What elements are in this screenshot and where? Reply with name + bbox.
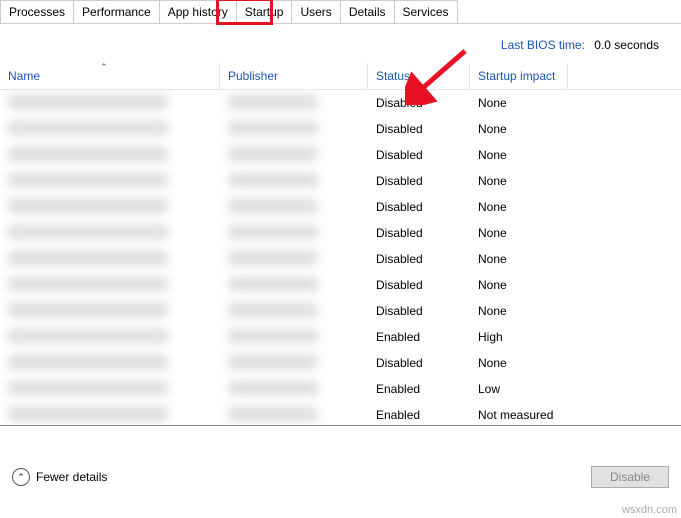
cell-publisher bbox=[220, 147, 368, 164]
cell-impact: High bbox=[470, 330, 568, 344]
cell-impact: None bbox=[470, 226, 568, 240]
table-row[interactable]: DisabledNone bbox=[0, 194, 681, 220]
disable-button[interactable]: Disable bbox=[591, 466, 669, 488]
cell-publisher bbox=[220, 121, 368, 138]
cell-impact: Low bbox=[470, 382, 568, 396]
cell-publisher bbox=[220, 303, 368, 320]
cell-impact: None bbox=[470, 122, 568, 136]
table-row[interactable]: DisabledNone bbox=[0, 116, 681, 142]
cell-impact: None bbox=[470, 200, 568, 214]
cell-publisher bbox=[220, 225, 368, 242]
tab-bar: ProcessesPerformanceApp historyStartupUs… bbox=[0, 0, 681, 24]
column-header-status[interactable]: Status bbox=[368, 63, 470, 89]
chevron-up-icon: ⌃ bbox=[12, 468, 30, 486]
footer-bar: ⌃ Fewer details Disable bbox=[0, 458, 681, 496]
cell-status: Disabled bbox=[368, 252, 470, 266]
tab-details[interactable]: Details bbox=[340, 0, 395, 23]
cell-status: Disabled bbox=[368, 226, 470, 240]
tab-performance[interactable]: Performance bbox=[73, 0, 160, 23]
bios-time-value: 0.0 seconds bbox=[594, 38, 659, 52]
table-row[interactable]: DisabledNone bbox=[0, 272, 681, 298]
table-row[interactable]: DisabledNone bbox=[0, 220, 681, 246]
cell-name bbox=[0, 303, 220, 320]
cell-name bbox=[0, 95, 220, 112]
cell-impact: None bbox=[470, 148, 568, 162]
cell-publisher bbox=[220, 199, 368, 216]
cell-status: Disabled bbox=[368, 356, 470, 370]
bios-time-label: Last BIOS time: bbox=[501, 38, 585, 52]
cell-name bbox=[0, 121, 220, 138]
cell-publisher bbox=[220, 355, 368, 372]
tab-processes[interactable]: Processes bbox=[0, 0, 74, 23]
table-row[interactable]: DisabledNone bbox=[0, 350, 681, 376]
watermark: wsxdn.com bbox=[622, 504, 677, 516]
cell-status: Disabled bbox=[368, 148, 470, 162]
cell-impact: None bbox=[470, 174, 568, 188]
table-row[interactable]: DisabledNone bbox=[0, 246, 681, 272]
cell-publisher bbox=[220, 407, 368, 424]
cell-name bbox=[0, 407, 220, 424]
table-row[interactable]: DisabledNone bbox=[0, 90, 681, 116]
column-header-impact[interactable]: Startup impact bbox=[470, 63, 568, 89]
cell-status: Enabled bbox=[368, 382, 470, 396]
cell-publisher bbox=[220, 329, 368, 346]
cell-publisher bbox=[220, 95, 368, 112]
cell-name bbox=[0, 329, 220, 346]
cell-impact: None bbox=[470, 278, 568, 292]
cell-publisher bbox=[220, 277, 368, 294]
cell-name bbox=[0, 381, 220, 398]
cell-name bbox=[0, 355, 220, 372]
column-header-publisher[interactable]: Publisher bbox=[220, 63, 368, 89]
cell-status: Enabled bbox=[368, 330, 470, 344]
cell-publisher bbox=[220, 173, 368, 190]
sort-indicator-icon: ⌃ bbox=[100, 62, 108, 73]
cell-status: Disabled bbox=[368, 278, 470, 292]
cell-status: Disabled bbox=[368, 304, 470, 318]
fewer-details-toggle[interactable]: ⌃ Fewer details bbox=[12, 468, 107, 486]
cell-name bbox=[0, 173, 220, 190]
cell-publisher bbox=[220, 251, 368, 268]
table-row[interactable]: DisabledNone bbox=[0, 142, 681, 168]
cell-name bbox=[0, 277, 220, 294]
cell-name bbox=[0, 251, 220, 268]
table-row[interactable]: EnabledHigh bbox=[0, 324, 681, 350]
column-header-name[interactable]: Name ⌃ bbox=[0, 63, 220, 89]
column-headers: Name ⌃ Publisher Status Startup impact bbox=[0, 62, 681, 90]
tab-users[interactable]: Users bbox=[291, 0, 340, 23]
cell-status: Enabled bbox=[368, 408, 470, 422]
cell-name bbox=[0, 147, 220, 164]
cell-name bbox=[0, 199, 220, 216]
tab-app-history[interactable]: App history bbox=[159, 0, 237, 23]
fewer-details-label: Fewer details bbox=[36, 470, 107, 484]
cell-impact: Not measured bbox=[470, 408, 568, 422]
cell-publisher bbox=[220, 381, 368, 398]
cell-status: Disabled bbox=[368, 96, 470, 110]
table-row[interactable]: EnabledNot measured bbox=[0, 402, 681, 426]
cell-status: Disabled bbox=[368, 122, 470, 136]
table-row[interactable]: DisabledNone bbox=[0, 168, 681, 194]
cell-impact: None bbox=[470, 96, 568, 110]
cell-impact: None bbox=[470, 252, 568, 266]
cell-name bbox=[0, 225, 220, 242]
startup-list[interactable]: DisabledNoneDisabledNoneDisabledNoneDisa… bbox=[0, 90, 681, 426]
tab-startup[interactable]: Startup bbox=[236, 0, 293, 23]
cell-impact: None bbox=[470, 304, 568, 318]
table-row[interactable]: DisabledNone bbox=[0, 298, 681, 324]
table-row[interactable]: EnabledLow bbox=[0, 376, 681, 402]
cell-status: Disabled bbox=[368, 174, 470, 188]
cell-impact: None bbox=[470, 356, 568, 370]
cell-status: Disabled bbox=[368, 200, 470, 214]
tab-services[interactable]: Services bbox=[394, 0, 458, 23]
bios-time-info: Last BIOS time: 0.0 seconds bbox=[0, 24, 681, 62]
